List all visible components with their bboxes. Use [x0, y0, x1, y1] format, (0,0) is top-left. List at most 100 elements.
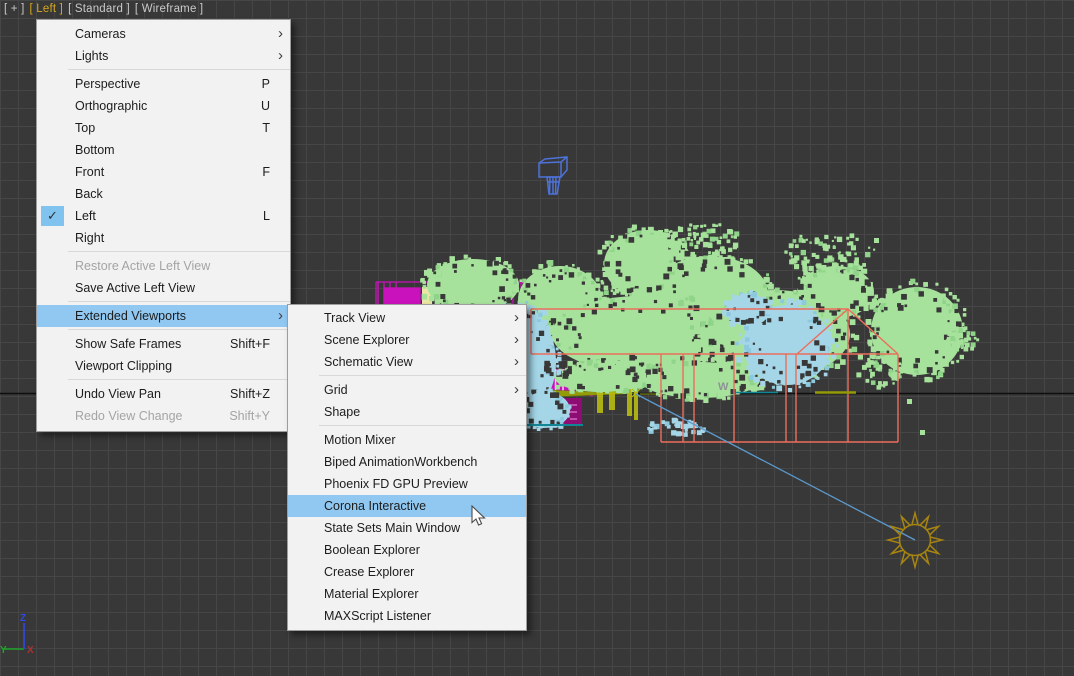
menu-item-label: Track View: [324, 311, 386, 325]
menu-item-label: Shape: [324, 405, 361, 419]
menu-item-front[interactable]: Front F: [37, 161, 290, 183]
sun-target-line: [635, 393, 916, 541]
menu-item-shortcut: U: [260, 99, 270, 113]
viewport-pov-label[interactable]: [ Left ]: [30, 3, 64, 15]
menu-separator: [68, 379, 290, 380]
stray-foliage-pixel: [874, 238, 879, 243]
menu-item-left[interactable]: ✓ Left L: [37, 205, 290, 227]
submenu-arrow-icon: ›: [514, 308, 519, 326]
menu-item-right[interactable]: Right: [37, 227, 290, 249]
submenu-arrow-icon: ›: [278, 46, 283, 64]
menu-item-label: Schematic View: [324, 355, 413, 369]
menu-item-top[interactable]: Top T: [37, 117, 290, 139]
menu-separator: [68, 69, 290, 70]
menu-item-bottom[interactable]: Bottom: [37, 139, 290, 161]
menu-item-label: Top: [75, 121, 96, 135]
menu-item-label: Orthographic: [75, 99, 148, 113]
submenu-arrow-icon: ›: [514, 352, 519, 370]
menu-item-label: Save Active Left View: [75, 281, 195, 295]
menu-item-phoenix-fd-gpu-preview[interactable]: Phoenix FD GPU Preview: [288, 473, 526, 495]
menu-item-shortcut: L: [263, 209, 270, 223]
menu-item-label: Crease Explorer: [324, 565, 415, 579]
viewport-context-menu: Cameras › Lights › Perspective P Orthographic U…: [36, 19, 291, 432]
menu-item-label: Biped AnimationWorkbench: [324, 455, 478, 469]
menu-item-label: Corona Interactive: [324, 499, 427, 513]
menu-item-extended-viewports[interactable]: Extended Viewports ›: [37, 305, 290, 327]
axis-gizmo: Y Z X: [0, 613, 34, 656]
max-viewport: { "viewport_label": { "general": "[ + ]"…: [0, 0, 1074, 676]
menu-item-material-explorer[interactable]: Material Explorer: [288, 583, 526, 605]
menu-item-label: Bottom: [75, 143, 115, 157]
stray-foliage-pixel: [907, 399, 912, 404]
viewport-general-menu[interactable]: [ + ]: [4, 3, 25, 15]
menu-item-lights[interactable]: Lights ›: [37, 45, 290, 67]
menu-separator: [319, 375, 526, 376]
menu-item-shape[interactable]: Shape: [288, 401, 526, 423]
extended-viewports-submenu: Track View › Scene Explorer › Schematic View…: [287, 304, 527, 631]
menu-item-perspective[interactable]: Perspective P: [37, 73, 290, 95]
viewport-style-label[interactable]: [ Standard ]: [68, 3, 130, 15]
menu-item-shortcut: T: [262, 121, 270, 135]
submenu-arrow-icon: ›: [278, 306, 283, 324]
menu-item-label: Left: [75, 209, 96, 223]
menu-item-motion-mixer[interactable]: Motion Mixer: [288, 429, 526, 451]
menu-item-shortcut: P: [261, 77, 270, 91]
stray-foliage-pixel: [658, 230, 663, 235]
camera-icon: [538, 156, 568, 195]
menu-item-track-view[interactable]: Track View ›: [288, 307, 526, 329]
checkmark-icon: ✓: [41, 206, 64, 226]
menu-item-label: Extended Viewports: [75, 309, 186, 323]
menu-item-biped-animationworkbench[interactable]: Biped AnimationWorkbench: [288, 451, 526, 473]
menu-item-undo-view-pan[interactable]: Undo View Pan Shift+Z: [37, 383, 290, 405]
menu-item-label: Motion Mixer: [324, 433, 396, 447]
menu-item-grid[interactable]: Grid ›: [288, 379, 526, 401]
menu-separator: [68, 329, 290, 330]
menu-item-back[interactable]: Back: [37, 183, 290, 205]
y-axis-label: Y: [0, 645, 7, 656]
menu-item-label: Restore Active Left View: [75, 259, 211, 273]
menu-item-label: Lights: [75, 49, 109, 63]
menu-item-label: Phoenix FD GPU Preview: [324, 477, 468, 491]
menu-item-label: Back: [75, 187, 103, 201]
menu-item-label: Front: [75, 165, 105, 179]
menu-separator: [68, 301, 290, 302]
menu-item-label: Viewport Clipping: [75, 359, 173, 373]
menu-item-label: Show Safe Frames: [75, 337, 182, 351]
menu-item-viewport-clipping[interactable]: Viewport Clipping: [37, 355, 290, 377]
submenu-arrow-icon: ›: [514, 380, 519, 398]
menu-item-label: Material Explorer: [324, 587, 419, 601]
menu-item-cameras[interactable]: Cameras ›: [37, 23, 290, 45]
menu-item-label: State Sets Main Window: [324, 521, 461, 535]
sky-scatter: [647, 417, 706, 437]
stray-foliage-pixel: [952, 342, 957, 347]
submenu-arrow-icon: ›: [514, 330, 519, 348]
menu-item-shortcut: Shift+Z: [230, 387, 270, 401]
menu-item-scene-explorer[interactable]: Scene Explorer ›: [288, 329, 526, 351]
menu-item-label: Right: [75, 231, 105, 245]
menu-item-crease-explorer[interactable]: Crease Explorer: [288, 561, 526, 583]
stray-foliage-pixel: [920, 430, 925, 435]
menu-item-shortcut: F: [262, 165, 270, 179]
menu-item-label: Perspective: [75, 77, 141, 91]
menu-item-shortcut: Shift+F: [230, 337, 270, 351]
menu-item-label: Boolean Explorer: [324, 543, 420, 557]
menu-item-label: MAXScript Listener: [324, 609, 431, 623]
menu-item-redo-view-change[interactable]: Redo View Change Shift+Y: [37, 405, 290, 427]
menu-item-maxscript-listener[interactable]: MAXScript Listener: [288, 605, 526, 627]
menu-item-save-active-left-view[interactable]: Save Active Left View: [37, 277, 290, 299]
menu-item-boolean-explorer[interactable]: Boolean Explorer: [288, 539, 526, 561]
menu-item-label: Scene Explorer: [324, 333, 410, 347]
scene-w-label: W: [718, 381, 729, 393]
viewport-shading-label[interactable]: [ Wireframe ]: [135, 3, 203, 15]
menu-item-restore-active-left-view[interactable]: Restore Active Left View: [37, 255, 290, 277]
viewport-label: [ + ] [ Left ] [ Standard ] [ Wireframe …: [4, 3, 203, 15]
menu-item-orthographic[interactable]: Orthographic U: [37, 95, 290, 117]
menu-item-label: Redo View Change: [75, 409, 183, 423]
menu-item-schematic-view[interactable]: Schematic View ›: [288, 351, 526, 373]
menu-item-show-safe-frames[interactable]: Show Safe Frames Shift+F: [37, 333, 290, 355]
menu-separator: [68, 251, 290, 252]
x-axis-label: X: [27, 645, 34, 656]
z-axis-label: Z: [20, 613, 26, 624]
menu-item-shortcut: Shift+Y: [229, 409, 270, 423]
menu-item-label: Undo View Pan: [75, 387, 161, 401]
